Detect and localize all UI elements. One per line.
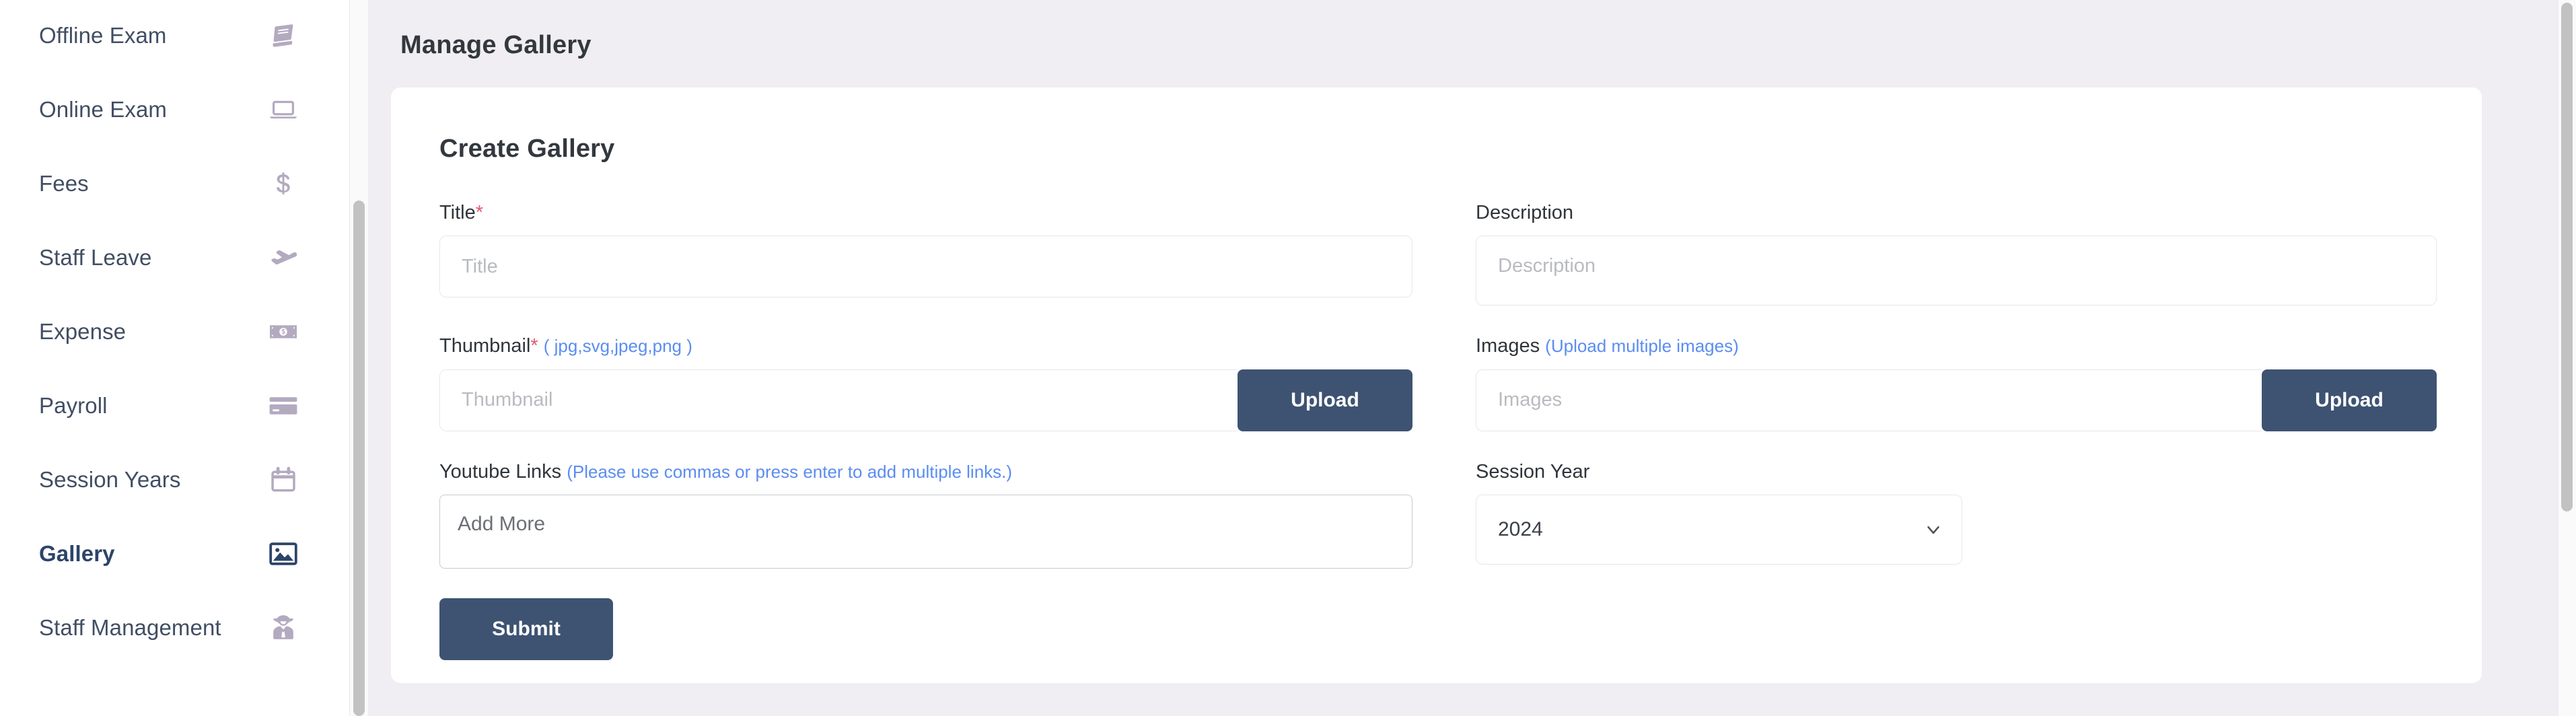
sidebar-item-label: Expense [39,318,265,345]
sidebar-item-offline-exam[interactable]: Offline Exam [0,0,350,73]
create-gallery-card: Create Gallery Title* Title Description … [391,87,2482,683]
form-row-spacer [439,431,2437,460]
thumbnail-label: Thumbnail* ( jpg,svg,jpeg,png ) [439,334,1412,358]
title-input[interactable]: Title [439,236,1412,297]
field-thumbnail: Thumbnail* ( jpg,svg,jpeg,png ) Thumbnai… [439,334,1438,431]
sidebar-item-label: Gallery [39,540,265,567]
sidebar-item-label: Online Exam [39,96,265,123]
field-title: Title* Title [439,201,1438,306]
youtube-links-label-text: Youtube Links [439,461,561,482]
field-description: Description Description [1438,201,2437,306]
calendar-icon [265,462,301,498]
form-row-spacer [439,306,2437,334]
sidebar-item-label: Staff Leave [39,244,265,271]
plane-icon [265,240,301,276]
session-year-select-wrap: 2024 [1476,495,1962,565]
user-tie-icon [265,610,301,646]
images-control-row: Images Upload [1476,369,2437,431]
thumbnail-upload-button[interactable]: Upload [1238,369,1412,431]
youtube-links-hint: (Please use commas or press enter to add… [567,462,1012,482]
dollar-icon [265,166,301,202]
submit-button[interactable]: Submit [439,598,613,660]
app-root: Announcement Offline Exam Online Exam Fe… [0,0,2576,716]
sidebar-item-gallery[interactable]: Gallery [0,517,350,591]
laptop-icon [265,92,301,128]
thumbnail-hint: ( jpg,svg,jpeg,png ) [544,336,692,356]
create-gallery-form: Title* Title Description Description Thu… [439,201,2434,569]
thumbnail-input[interactable]: Thumbnail [439,369,1238,431]
required-asterisk: * [530,335,538,357]
required-asterisk: * [476,202,483,223]
sidebar-item-session-years[interactable]: Session Years [0,443,350,517]
book-icon [265,17,301,54]
sidebar-item-fees[interactable]: Fees [0,147,350,221]
sidebar-item-label: Fees [39,170,265,197]
credit-card-icon [265,388,301,424]
title-label-text: Title [439,202,476,223]
youtube-links-label: Youtube Links (Please use commas or pres… [439,460,1412,484]
description-textarea[interactable]: Description [1476,236,2437,306]
thumbnail-control-row: Thumbnail Upload [439,369,1412,431]
images-hint: (Upload multiple images) [1545,336,1739,356]
card-title: Create Gallery [439,135,2482,164]
images-label: Images (Upload multiple images) [1476,334,2437,358]
banknote-icon [265,314,301,350]
image-icon [265,536,301,572]
images-label-text: Images [1476,335,1540,357]
field-session-year: Session Year 2024 [1438,460,2437,569]
sidebar-item-label: Payroll [39,392,265,419]
sidebar-item-label: Offline Exam [39,22,265,49]
page-scrollbar-thumb[interactable] [2561,3,2573,511]
page-title: Manage Gallery [400,31,2576,60]
thumbnail-label-text: Thumbnail [439,335,530,357]
sidebar-item-label: Staff Management [39,614,265,641]
description-label: Description [1476,201,2437,225]
field-images: Images (Upload multiple images) Images U… [1438,334,2437,431]
images-upload-button[interactable]: Upload [2262,369,2437,431]
session-year-select[interactable]: 2024 [1476,495,1962,565]
field-youtube-links: Youtube Links (Please use commas or pres… [439,460,1438,569]
session-year-label: Session Year [1476,460,2437,484]
sidebar: Announcement Offline Exam Online Exam Fe… [0,0,350,716]
sidebar-scroll-container: Announcement Offline Exam Online Exam Fe… [0,0,350,665]
sidebar-scrollbar-thumb[interactable] [353,201,365,716]
youtube-links-input[interactable]: Add More [439,495,1412,569]
sidebar-item-label: Session Years [39,466,265,493]
sidebar-item-expense[interactable]: Expense [0,295,350,369]
sidebar-item-staff-leave[interactable]: Staff Leave [0,221,350,295]
sidebar-item-payroll[interactable]: Payroll [0,369,350,443]
title-label: Title* [439,201,1412,225]
images-input[interactable]: Images [1476,369,2262,431]
sidebar-item-online-exam[interactable]: Online Exam [0,73,350,147]
main-content: Manage Gallery Create Gallery Title* Tit… [350,0,2576,716]
sidebar-item-staff-management[interactable]: Staff Management [0,591,350,665]
